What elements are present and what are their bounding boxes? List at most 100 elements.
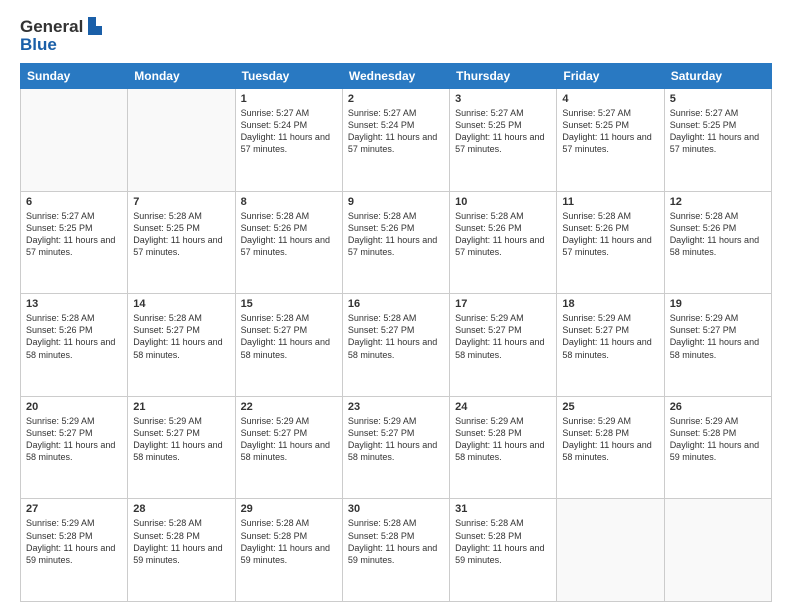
day-info: Sunrise: 5:29 AMSunset: 5:28 PMDaylight:… [562, 415, 658, 464]
day-info: Sunrise: 5:28 AMSunset: 5:28 PMDaylight:… [348, 517, 444, 566]
calendar-cell: 30 Sunrise: 5:28 AMSunset: 5:28 PMDayligh… [342, 499, 449, 602]
calendar-cell: 26Sunrise: 5:29 AMSunset: 5:28 PMDayligh… [664, 396, 771, 499]
day-info: Sunrise: 5:28 AMSunset: 5:27 PMDaylight:… [241, 312, 337, 361]
calendar-cell [664, 499, 771, 602]
calendar-cell: 1Sunrise: 5:27 AMSunset: 5:24 PMDaylight… [235, 89, 342, 192]
calendar-cell [21, 89, 128, 192]
calendar-week-2: 13 Sunrise: 5:28 AMSunset: 5:26 PMDayligh… [21, 294, 772, 397]
calendar-cell: 3 Sunrise: 5:27 AMSunset: 5:25 PMDaylight… [450, 89, 557, 192]
calendar-cell: 23 Sunrise: 5:29 AMSunset: 5:27 PMDayligh… [342, 396, 449, 499]
day-info: Sunrise: 5:27 AMSunset: 5:25 PMDaylight:… [670, 107, 766, 156]
calendar-cell: 8 Sunrise: 5:28 AMSunset: 5:26 PMDaylight… [235, 191, 342, 294]
header: GeneralBlue [20, 16, 772, 53]
day-info: Sunrise: 5:29 AMSunset: 5:27 PMDaylight:… [348, 415, 444, 464]
calendar-table: SundayMondayTuesdayWednesdayThursdayFrid… [20, 63, 772, 602]
calendar-week-3: 20Sunrise: 5:29 AMSunset: 5:27 PMDayligh… [21, 396, 772, 499]
weekday-header-monday: Monday [128, 64, 235, 89]
logo-general-text: General [20, 18, 83, 35]
day-info: Sunrise: 5:27 AMSunset: 5:25 PMDaylight:… [455, 107, 551, 156]
day-info: Sunrise: 5:27 AMSunset: 5:24 PMDaylight:… [241, 107, 337, 156]
day-number: 5 [670, 93, 766, 105]
day-number: 17 [455, 298, 551, 310]
calendar-week-1: 6 Sunrise: 5:27 AMSunset: 5:25 PMDaylight… [21, 191, 772, 294]
day-number: 9 [348, 196, 444, 208]
day-info: Sunrise: 5:28 AMSunset: 5:26 PMDaylight:… [241, 210, 337, 259]
calendar-cell: 21 Sunrise: 5:29 AMSunset: 5:27 PMDayligh… [128, 396, 235, 499]
day-number: 21 [133, 401, 229, 413]
day-info: Sunrise: 5:29 AMSunset: 5:27 PMDaylight:… [562, 312, 658, 361]
calendar-cell: 12 Sunrise: 5:28 AMSunset: 5:26 PMDayligh… [664, 191, 771, 294]
day-info: Sunrise: 5:27 AMSunset: 5:25 PMDaylight:… [26, 210, 122, 259]
day-info: Sunrise: 5:28 AMSunset: 5:27 PMDaylight:… [133, 312, 229, 361]
day-number: 25 [562, 401, 658, 413]
calendar-cell: 24 Sunrise: 5:29 AMSunset: 5:28 PMDayligh… [450, 396, 557, 499]
weekday-header-friday: Friday [557, 64, 664, 89]
calendar-week-4: 27 Sunrise: 5:29 AMSunset: 5:28 PMDayligh… [21, 499, 772, 602]
day-number: 3 [455, 93, 551, 105]
day-number: 26 [670, 401, 766, 413]
day-number: 10 [455, 196, 551, 208]
weekday-header-row: SundayMondayTuesdayWednesdayThursdayFrid… [21, 64, 772, 89]
day-info: Sunrise: 5:29 AMSunset: 5:28 PMDaylight:… [26, 517, 122, 566]
day-number: 13 [26, 298, 122, 310]
calendar-cell: 25 Sunrise: 5:29 AMSunset: 5:28 PMDayligh… [557, 396, 664, 499]
day-number: 19 [670, 298, 766, 310]
day-number: 4 [562, 93, 658, 105]
day-info: Sunrise: 5:28 AMSunset: 5:26 PMDaylight:… [26, 312, 122, 361]
weekday-header-tuesday: Tuesday [235, 64, 342, 89]
weekday-header-sunday: Sunday [21, 64, 128, 89]
calendar-cell: 22 Sunrise: 5:29 AMSunset: 5:27 PMDayligh… [235, 396, 342, 499]
calendar-cell: 29Sunrise: 5:28 AMSunset: 5:28 PMDayligh… [235, 499, 342, 602]
day-number: 12 [670, 196, 766, 208]
day-info: Sunrise: 5:27 AMSunset: 5:25 PMDaylight:… [562, 107, 658, 156]
day-info: Sunrise: 5:29 AMSunset: 5:28 PMDaylight:… [455, 415, 551, 464]
day-number: 16 [348, 298, 444, 310]
day-number: 8 [241, 196, 337, 208]
calendar-cell: 20Sunrise: 5:29 AMSunset: 5:27 PMDayligh… [21, 396, 128, 499]
day-number: 28 [133, 503, 229, 515]
calendar-cell: 31Sunrise: 5:28 AMSunset: 5:28 PMDayligh… [450, 499, 557, 602]
calendar-cell: 17 Sunrise: 5:29 AMSunset: 5:27 PMDayligh… [450, 294, 557, 397]
day-number: 6 [26, 196, 122, 208]
calendar-cell: 13 Sunrise: 5:28 AMSunset: 5:26 PMDayligh… [21, 294, 128, 397]
day-info: Sunrise: 5:28 AMSunset: 5:25 PMDaylight:… [133, 210, 229, 259]
calendar-week-0: 1Sunrise: 5:27 AMSunset: 5:24 PMDaylight… [21, 89, 772, 192]
day-number: 11 [562, 196, 658, 208]
calendar-cell: 27 Sunrise: 5:29 AMSunset: 5:28 PMDayligh… [21, 499, 128, 602]
calendar-cell: 15Sunrise: 5:28 AMSunset: 5:27 PMDayligh… [235, 294, 342, 397]
calendar-cell: 28Sunrise: 5:28 AMSunset: 5:28 PMDayligh… [128, 499, 235, 602]
calendar-cell: 5 Sunrise: 5:27 AMSunset: 5:25 PMDaylight… [664, 89, 771, 192]
day-number: 7 [133, 196, 229, 208]
day-number: 30 [348, 503, 444, 515]
day-number: 27 [26, 503, 122, 515]
day-number: 22 [241, 401, 337, 413]
calendar-cell: 14 Sunrise: 5:28 AMSunset: 5:27 PMDayligh… [128, 294, 235, 397]
calendar-cell: 19 Sunrise: 5:29 AMSunset: 5:27 PMDayligh… [664, 294, 771, 397]
day-info: Sunrise: 5:29 AMSunset: 5:27 PMDaylight:… [133, 415, 229, 464]
logo-wrapper: GeneralBlue [20, 16, 105, 53]
day-info: Sunrise: 5:29 AMSunset: 5:27 PMDaylight:… [26, 415, 122, 464]
day-info: Sunrise: 5:29 AMSunset: 5:27 PMDaylight:… [241, 415, 337, 464]
calendar-cell: 6 Sunrise: 5:27 AMSunset: 5:25 PMDaylight… [21, 191, 128, 294]
day-number: 14 [133, 298, 229, 310]
calendar-cell [557, 499, 664, 602]
logo-flag-icon [85, 16, 105, 36]
calendar-cell: 2Sunrise: 5:27 AMSunset: 5:24 PMDaylight… [342, 89, 449, 192]
day-info: Sunrise: 5:29 AMSunset: 5:27 PMDaylight:… [455, 312, 551, 361]
day-number: 2 [348, 93, 444, 105]
day-info: Sunrise: 5:28 AMSunset: 5:26 PMDaylight:… [670, 210, 766, 259]
day-number: 31 [455, 503, 551, 515]
day-info: Sunrise: 5:28 AMSunset: 5:26 PMDaylight:… [562, 210, 658, 259]
calendar-cell [128, 89, 235, 192]
calendar-cell: 16 Sunrise: 5:28 AMSunset: 5:27 PMDayligh… [342, 294, 449, 397]
day-info: Sunrise: 5:29 AMSunset: 5:27 PMDaylight:… [670, 312, 766, 361]
day-info: Sunrise: 5:28 AMSunset: 5:26 PMDaylight:… [348, 210, 444, 259]
day-number: 23 [348, 401, 444, 413]
logo-blue-text: Blue [20, 36, 105, 53]
calendar-cell: 9 Sunrise: 5:28 AMSunset: 5:26 PMDaylight… [342, 191, 449, 294]
day-number: 24 [455, 401, 551, 413]
calendar-cell: 18Sunrise: 5:29 AMSunset: 5:27 PMDayligh… [557, 294, 664, 397]
day-info: Sunrise: 5:28 AMSunset: 5:27 PMDaylight:… [348, 312, 444, 361]
day-number: 29 [241, 503, 337, 515]
calendar-cell: 4 Sunrise: 5:27 AMSunset: 5:25 PMDaylight… [557, 89, 664, 192]
